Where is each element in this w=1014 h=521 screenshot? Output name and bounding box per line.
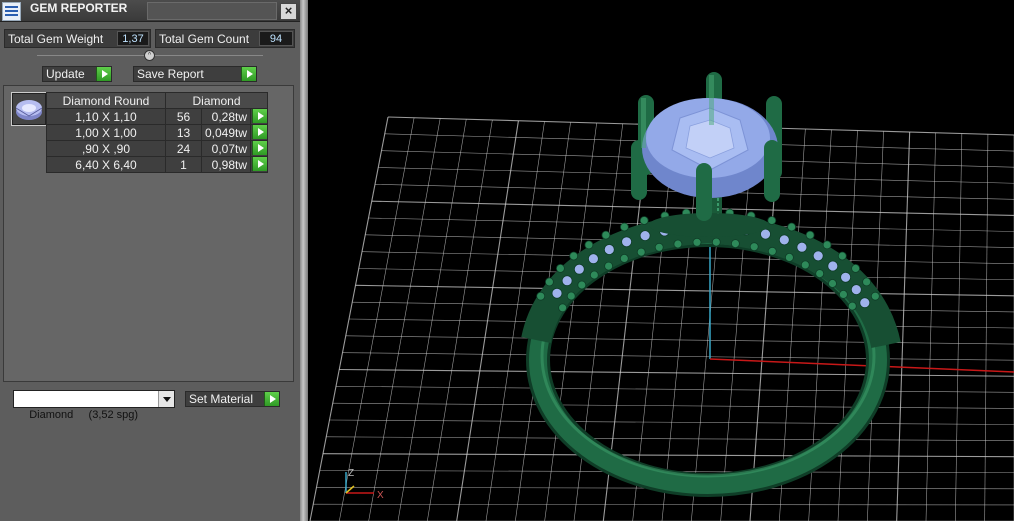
material-select[interactable]: Diamond (3,52 spg) xyxy=(13,390,175,421)
total-gem-weight-value: 1,37 xyxy=(117,31,149,46)
update-button-label: Update xyxy=(46,67,85,81)
select-row-arrow-icon[interactable] xyxy=(252,125,268,139)
round-diamond-thumbnail xyxy=(11,92,47,126)
gem-table-header: Diamond Round Diamond xyxy=(46,92,269,109)
gizmo-z-label: Z xyxy=(348,468,354,479)
x-axis-line xyxy=(709,358,1014,373)
gem-size: 6,40 X 6,40 xyxy=(46,156,166,173)
panel-splitter[interactable] xyxy=(300,0,308,521)
gem-weight: 0,28tw xyxy=(200,108,252,125)
save-report-button-label: Save Report xyxy=(137,67,204,81)
title-bar-drag-area[interactable] xyxy=(147,2,277,20)
column-header-material: Diamond xyxy=(164,92,269,109)
gem-size: 1,00 X 1,00 xyxy=(46,124,166,141)
gem-count: 1 xyxy=(165,156,202,173)
table-row[interactable]: 6,40 X 6,40 1 0,98tw xyxy=(46,156,269,173)
3d-viewport[interactable]: Z X xyxy=(308,0,1014,521)
gem-table: Diamond Round Diamond 1,10 X 1,10 56 0,2… xyxy=(46,92,269,173)
title-bar: GEM REPORTER × xyxy=(0,0,300,22)
set-material-button-label: Set Material xyxy=(189,392,254,406)
total-gem-count-label: Total Gem Count xyxy=(159,32,250,46)
gem-size: ,90 X ,90 xyxy=(46,140,166,157)
panel-slider-handle[interactable]: ^ xyxy=(144,50,155,61)
chevron-down-icon[interactable] xyxy=(158,391,174,407)
column-header-shape: Diamond Round xyxy=(46,92,166,109)
table-row[interactable]: 1,00 X 1,00 13 0,049tw xyxy=(46,124,269,141)
material-select-value: Diamond (3,52 spg) xyxy=(29,409,139,421)
close-icon[interactable]: × xyxy=(280,3,297,20)
window-title: GEM REPORTER xyxy=(30,1,128,15)
select-row-arrow-icon[interactable] xyxy=(252,109,268,123)
play-arrow-icon[interactable] xyxy=(264,392,279,406)
gem-count: 24 xyxy=(165,140,202,157)
gem-weight: 0,98tw xyxy=(200,156,252,173)
gem-size: 1,10 X 1,10 xyxy=(46,108,166,125)
gem-report-area: Diamond Round Diamond 1,10 X 1,10 56 0,2… xyxy=(3,85,294,382)
play-arrow-icon[interactable] xyxy=(96,67,111,81)
total-gem-count: Total Gem Count 94 xyxy=(155,29,295,48)
axis-gizmo: Z X xyxy=(345,468,384,501)
gem-reporter-app-icon xyxy=(2,2,21,21)
update-button[interactable]: Update xyxy=(42,66,112,82)
gem-reporter-panel: GEM REPORTER × Total Gem Weight 1,37 Tot… xyxy=(0,0,300,521)
gem-count: 13 xyxy=(165,124,202,141)
3d-viewport-canvas[interactable]: Z X xyxy=(308,0,1014,521)
gem-weight: 0,07tw xyxy=(200,140,252,157)
gem-count: 56 xyxy=(165,108,202,125)
save-report-button[interactable]: Save Report xyxy=(133,66,257,82)
gizmo-x-label: X xyxy=(377,490,384,501)
table-row[interactable]: ,90 X ,90 24 0,07tw xyxy=(46,140,269,157)
total-gem-count-value: 94 xyxy=(259,31,293,46)
table-row[interactable]: 1,10 X 1,10 56 0,28tw xyxy=(46,108,269,125)
play-arrow-icon[interactable] xyxy=(241,67,256,81)
select-row-arrow-icon[interactable] xyxy=(252,141,268,155)
total-gem-weight-label: Total Gem Weight xyxy=(8,32,104,46)
gem-weight: 0,049tw xyxy=(200,124,252,141)
total-gem-weight: Total Gem Weight 1,37 xyxy=(4,29,151,48)
select-row-arrow-icon[interactable] xyxy=(252,157,268,171)
set-material-button[interactable]: Set Material xyxy=(185,391,280,407)
